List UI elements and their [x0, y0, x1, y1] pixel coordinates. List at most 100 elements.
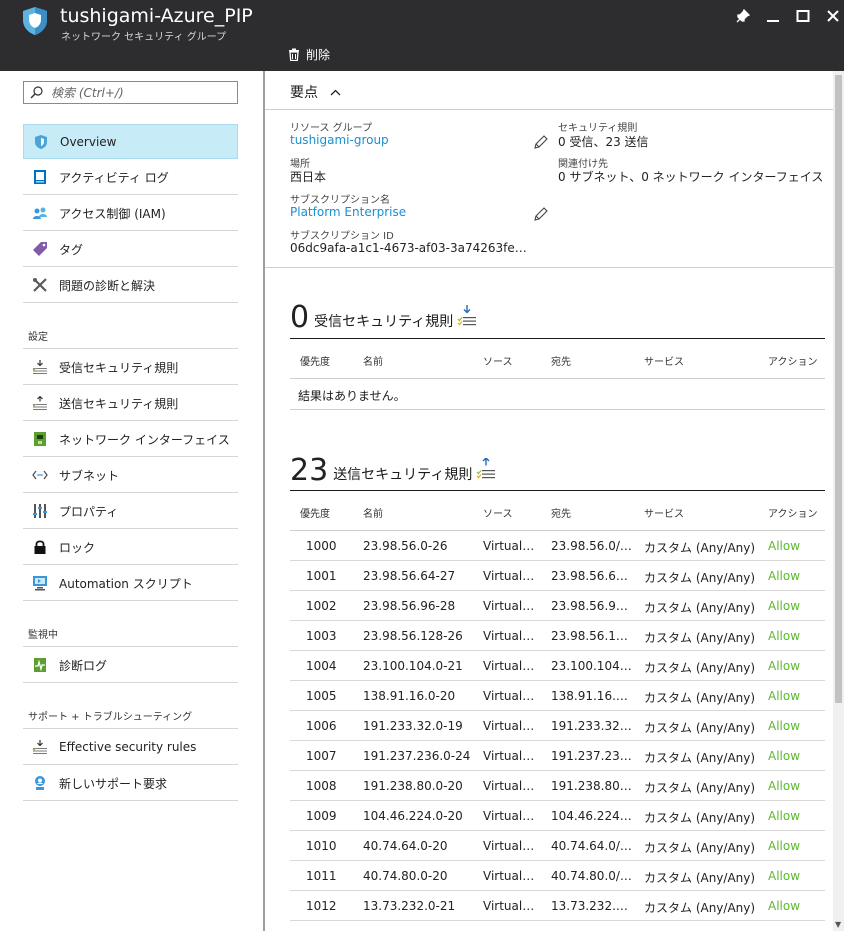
cell-service: カスタム (Any/Any) — [644, 691, 756, 705]
cell-source: Virtual… — [483, 629, 535, 643]
cell-action: Allow — [768, 869, 801, 883]
left-nav: Overview アクティビティ ログ アクセス制御 (IAM) タグ 問題の診… — [0, 71, 263, 931]
col-source[interactable]: ソース — [483, 353, 513, 368]
col-name[interactable]: 名前 — [363, 505, 383, 520]
subscription-link[interactable]: Platform Enterprise — [290, 205, 406, 219]
cell-action: Allow — [768, 899, 801, 913]
essentials-toggle[interactable]: 要点 — [290, 82, 341, 102]
table-row[interactable]: 1000 23.98.56.0-26 Virtual… 23.98.56.0/… カスタ… — [290, 531, 825, 561]
nav-item-activity-log[interactable]: アクティビティ ログ — [23, 160, 238, 195]
edit-subscription-icon[interactable] — [533, 206, 549, 222]
cell-destination: 23.98.56.9… — [551, 599, 628, 613]
table-row[interactable]: 1011 40.74.80.0-20 Virtual… 40.74.80.0/… カスタ… — [290, 861, 825, 891]
cell-priority: 1012 — [306, 899, 337, 913]
search-input[interactable] — [51, 85, 221, 100]
cell-action: Allow — [768, 719, 801, 733]
col-service[interactable]: サービス — [644, 353, 684, 368]
table-row[interactable]: 1003 23.98.56.128-26 Virtual… 23.98.56.1… カス… — [290, 621, 825, 651]
search-box[interactable] — [23, 81, 238, 104]
scrollbar-thumb[interactable] — [835, 75, 842, 703]
divider — [265, 109, 833, 110]
divider — [265, 267, 833, 268]
nav-item-label: 新しいサポート要求 — [59, 776, 168, 791]
nav-item-subnets[interactable]: サブネット — [23, 458, 238, 493]
col-source[interactable]: ソース — [483, 505, 513, 520]
cell-action: Allow — [768, 569, 801, 583]
cell-service: カスタム (Any/Any) — [644, 601, 756, 615]
cell-service: カスタム (Any/Any) — [644, 631, 756, 645]
cell-service: カスタム (Any/Any) — [644, 661, 756, 675]
minimize-icon[interactable] — [761, 4, 785, 28]
cell-destination: 104.46.224… — [551, 809, 632, 823]
table-row[interactable]: 1007 191.237.236.0-24 Virtual… 191.237.23… カ… — [290, 741, 825, 771]
table-row[interactable]: 1004 23.100.104.0-21 Virtual… 23.100.104… カス… — [290, 651, 825, 681]
cell-name: 138.91.16.0-20 — [363, 689, 456, 703]
col-destination[interactable]: 宛先 — [551, 505, 571, 520]
nav-item-tags[interactable]: タグ — [23, 232, 238, 267]
maximize-icon[interactable] — [791, 4, 815, 28]
cell-source: Virtual… — [483, 689, 535, 703]
table-row[interactable]: 1001 23.98.56.64-27 Virtual… 23.98.56.6… カスタ… — [290, 561, 825, 591]
nav-item-label: Automation スクリプト — [59, 576, 193, 591]
cell-source: Virtual… — [483, 599, 535, 613]
nav-item-properties[interactable]: プロパティ — [23, 494, 238, 529]
nav-item-new-support-request[interactable]: 新しいサポート要求 — [23, 766, 238, 801]
table-row[interactable]: 1005 138.91.16.0-20 Virtual… 138.91.16.… カスタ… — [290, 681, 825, 711]
pin-icon[interactable] — [731, 4, 755, 28]
cell-destination: 191.237.23… — [551, 749, 632, 763]
nav-item-label: サブネット — [59, 468, 120, 483]
nav-item-overview[interactable]: Overview — [23, 124, 238, 159]
col-service[interactable]: サービス — [644, 505, 684, 520]
cell-action: Allow — [768, 599, 801, 613]
nav-item-effective-security-rules[interactable]: Effective security rules — [23, 730, 238, 765]
table-row[interactable]: 1012 13.73.232.0-21 Virtual… 13.73.232.… カスタ… — [290, 891, 825, 921]
nav-item-label: 問題の診断と解決 — [59, 278, 156, 293]
cell-priority: 1003 — [306, 629, 337, 643]
table-row[interactable]: 1008 191.238.80.0-20 Virtual… 191.238.80… カス… — [290, 771, 825, 801]
table-row[interactable]: 1006 191.233.32.0-19 Virtual… 191.233.32… カス… — [290, 711, 825, 741]
cell-service: カスタム (Any/Any) — [644, 901, 756, 915]
nav-item-label: 送信セキュリティ規則 — [59, 396, 179, 411]
col-action[interactable]: アクション — [768, 505, 818, 520]
nav-item-iam[interactable]: アクセス制御 (IAM) — [23, 196, 238, 231]
cell-action: Allow — [768, 659, 801, 673]
delete-button[interactable]: 削除 — [288, 46, 330, 63]
associated-value: 0 サブネット、0 ネットワーク インターフェイス — [558, 170, 824, 184]
cell-source: Virtual… — [483, 779, 535, 793]
section-label-settings: 設定 — [28, 332, 48, 343]
nav-item-label: 受信セキュリティ規則 — [59, 360, 179, 375]
nav-item-diagnose[interactable]: 問題の診断と解決 — [23, 268, 238, 303]
cell-action: Allow — [768, 539, 801, 553]
security-rules-label: セキュリティ規則 — [558, 123, 638, 134]
nav-item-automation-script[interactable]: Automation スクリプト — [23, 566, 238, 601]
resource-group-link[interactable]: tushigami-group — [290, 133, 389, 147]
table-row[interactable]: 1010 40.74.64.0-20 Virtual… 40.74.64.0/… カスタ… — [290, 831, 825, 861]
cell-priority: 1008 — [306, 779, 337, 793]
nav-item-network-interfaces[interactable]: ネットワーク インターフェイス — [23, 422, 238, 457]
edit-resource-group-icon[interactable] — [533, 134, 549, 150]
table-row[interactable]: 1009 104.46.224.0-20 Virtual… 104.46.224… カス… — [290, 801, 825, 831]
scroll-down-icon[interactable]: ▼ — [835, 920, 841, 929]
col-priority[interactable]: 優先度 — [300, 353, 330, 368]
nav-item-diagnostic-logs[interactable]: 診断ログ — [23, 648, 238, 683]
nav-item-label: プロパティ — [59, 504, 119, 519]
divider — [23, 646, 238, 647]
nav-item-label: Overview — [60, 134, 117, 149]
nav-item-outbound-rules[interactable]: 送信セキュリティ規則 — [23, 386, 238, 421]
col-name[interactable]: 名前 — [363, 353, 383, 368]
cell-name: 23.98.56.96-28 — [363, 599, 456, 613]
nav-item-locks[interactable]: ロック — [23, 530, 238, 565]
wrench-icon — [31, 276, 49, 294]
table-row[interactable]: 1002 23.98.56.96-28 Virtual… 23.98.56.9… カスタ… — [290, 591, 825, 621]
close-icon[interactable] — [821, 4, 844, 28]
cell-action: Allow — [768, 839, 801, 853]
col-priority[interactable]: 優先度 — [300, 505, 330, 520]
col-destination[interactable]: 宛先 — [551, 353, 571, 368]
col-action[interactable]: アクション — [768, 353, 818, 368]
nav-item-inbound-rules[interactable]: 受信セキュリティ規則 — [23, 350, 238, 385]
outbound-rules-icon — [476, 457, 496, 484]
outbound-title: 送信セキュリティ規則 — [333, 467, 473, 483]
effective-rules-icon — [31, 738, 49, 756]
cell-service: カスタム (Any/Any) — [644, 751, 756, 765]
cell-priority: 1009 — [306, 809, 337, 823]
